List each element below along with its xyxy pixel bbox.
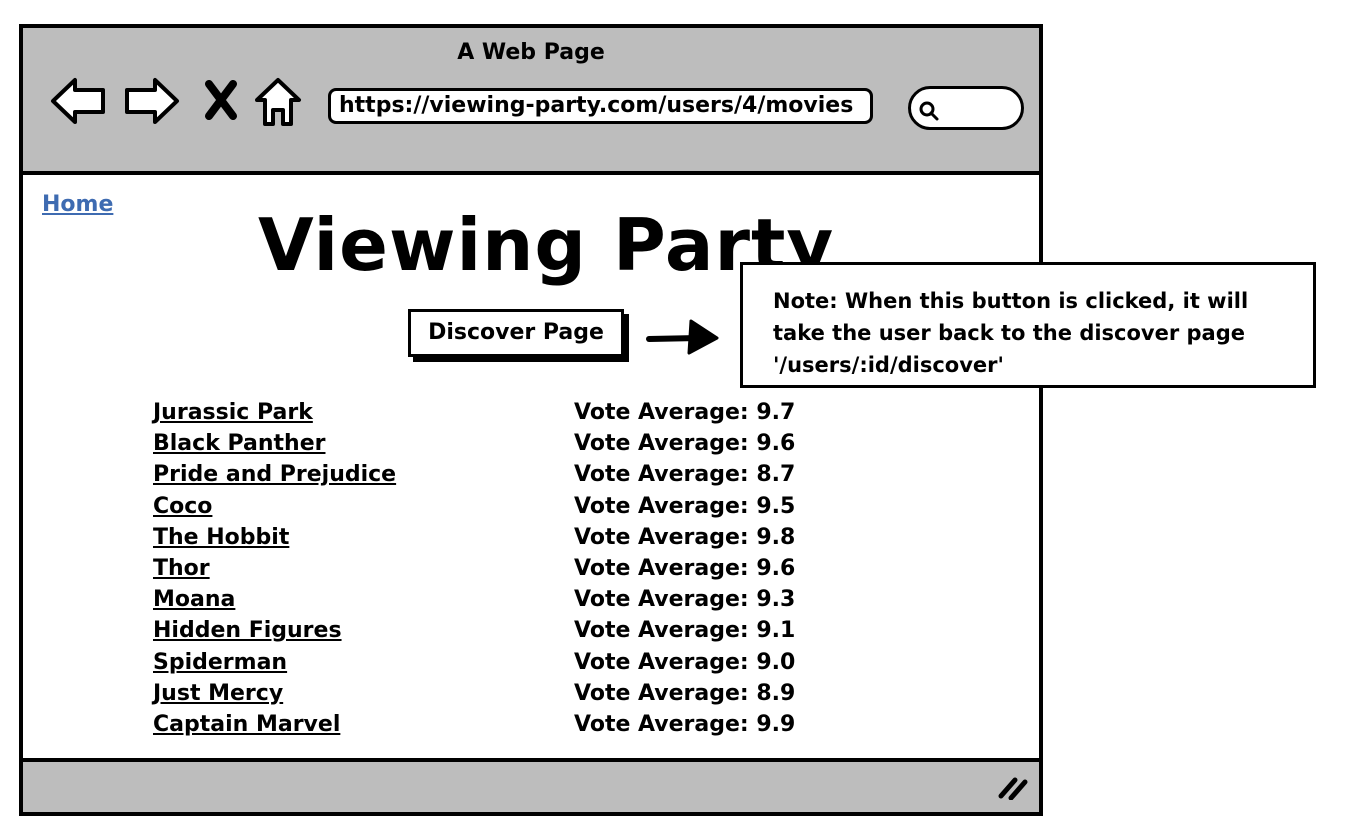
vote-average: Vote Average: 9.0 xyxy=(574,649,796,675)
vote-average: Vote Average: 9.5 xyxy=(574,493,796,519)
movie-title-link[interactable]: Jurassic Park xyxy=(153,400,313,425)
browser-window: A Web Page https://viewing-party.com/use… xyxy=(19,24,1043,816)
discover-page-button[interactable]: Discover Page xyxy=(408,309,624,357)
movie-title-link[interactable]: Pride and Prejudice xyxy=(153,462,396,487)
url-bar[interactable]: https://viewing-party.com/users/4/movies xyxy=(328,88,873,124)
movie-row: Coco Vote Average: 9.5 xyxy=(153,494,853,525)
vote-average: Vote Average: 8.7 xyxy=(574,462,796,488)
movie-row: Just Mercy Vote Average: 8.9 xyxy=(153,681,853,712)
back-arrow-icon[interactable] xyxy=(49,76,107,126)
movie-row: Moana Vote Average: 9.3 xyxy=(153,587,853,618)
annotation-note: Note: When this button is clicked, it wi… xyxy=(740,262,1316,388)
search-field[interactable] xyxy=(908,86,1024,130)
right-arrow-icon xyxy=(645,315,719,363)
browser-toolbar: A Web Page https://viewing-party.com/use… xyxy=(23,28,1039,175)
close-icon[interactable] xyxy=(203,80,239,120)
movie-title-link[interactable]: Captain Marvel xyxy=(153,712,340,737)
movie-title-link[interactable]: Black Panther xyxy=(153,431,325,456)
movie-row: Black Panther Vote Average: 9.6 xyxy=(153,431,853,462)
vote-average: Vote Average: 9.1 xyxy=(574,618,796,644)
vote-average: Vote Average: 9.7 xyxy=(574,400,796,425)
movie-row: Jurassic Park Vote Average: 9.7 xyxy=(153,400,853,431)
movie-title-link[interactable]: Thor xyxy=(153,556,210,581)
movie-title-link[interactable]: Hidden Figures xyxy=(153,618,342,643)
movie-title-link[interactable]: Moana xyxy=(153,587,235,612)
movie-title-link[interactable]: The Hobbit xyxy=(153,525,289,550)
vote-average: Vote Average: 8.9 xyxy=(574,680,796,706)
movie-title-link[interactable]: Spiderman xyxy=(153,650,287,675)
vote-average: Vote Average: 9.9 xyxy=(574,711,796,737)
resize-grip-icon[interactable] xyxy=(997,772,1029,804)
movie-row: Pride and Prejudice Vote Average: 8.7 xyxy=(153,462,853,493)
movie-title-link[interactable]: Coco xyxy=(153,494,212,519)
home-link[interactable]: Home xyxy=(42,192,113,217)
movie-row: The Hobbit Vote Average: 9.8 xyxy=(153,525,853,556)
movie-row: Hidden Figures Vote Average: 9.1 xyxy=(153,618,853,649)
movie-row: Spiderman Vote Average: 9.0 xyxy=(153,650,853,681)
movie-row: Captain Marvel Vote Average: 9.9 xyxy=(153,712,853,743)
movie-row: Thor Vote Average: 9.6 xyxy=(153,556,853,587)
window-title: A Web Page xyxy=(457,40,605,65)
home-icon[interactable] xyxy=(253,76,303,128)
search-icon xyxy=(919,101,939,121)
vote-average: Vote Average: 9.6 xyxy=(574,555,796,581)
movie-list: Jurassic Park Vote Average: 9.7 Black Pant… xyxy=(153,400,853,743)
vote-average: Vote Average: 9.6 xyxy=(574,431,796,457)
forward-arrow-icon[interactable] xyxy=(123,76,181,126)
vote-average: Vote Average: 9.3 xyxy=(574,587,796,613)
status-bar xyxy=(23,758,1039,812)
vote-average: Vote Average: 9.8 xyxy=(574,524,796,550)
movie-title-link[interactable]: Just Mercy xyxy=(153,681,283,706)
